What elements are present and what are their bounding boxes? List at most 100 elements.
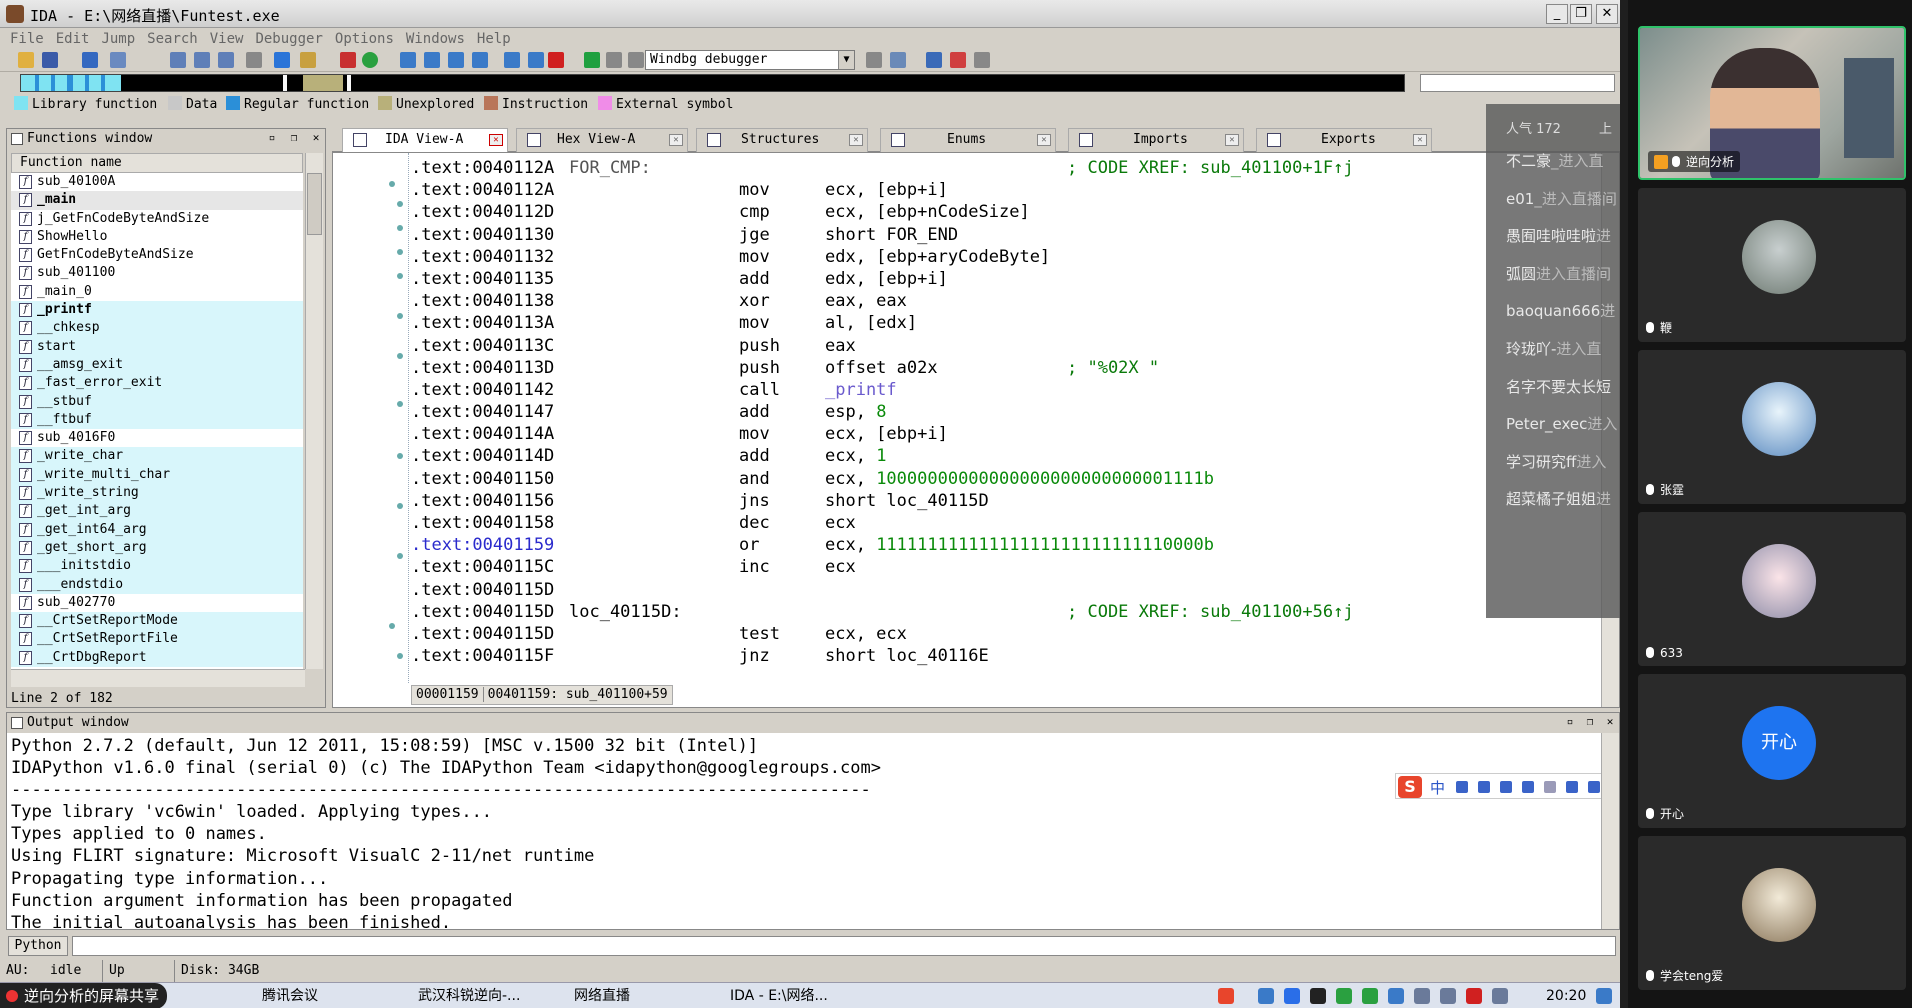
task-ida[interactable]: IDA - E:\网络... [708,985,828,1007]
navigation-input[interactable] [1420,74,1615,92]
function-list-item[interactable]: f _write_char [11,447,303,466]
task-tencent-meeting[interactable]: 腾讯会议 [240,985,318,1007]
function-list-item[interactable]: f __CrtDbgReport [11,648,303,668]
python-button[interactable]: Python [8,936,68,956]
disassembly-line[interactable]: .text:00401142 call _printf [411,379,1581,401]
participant-card[interactable]: 张霆 [1638,350,1906,504]
menu-help[interactable]: Help [471,29,517,49]
function-list-item[interactable]: f _fast_error_exit [11,374,303,393]
function-list-item[interactable]: f _get_short_arg [11,538,303,558]
paste-icon[interactable] [194,52,210,68]
save-icon[interactable] [42,52,58,68]
forward-icon[interactable] [110,52,126,68]
tracing-icon[interactable] [950,52,966,68]
flow-icon[interactable] [424,52,440,68]
disassembly-line[interactable]: .text:00401130 jge short FOR_END [411,224,1581,246]
close-button[interactable]: ✕ [1596,4,1618,24]
screen-share-indicator[interactable]: 逆向分析的屏幕共享 [0,983,168,1008]
tab-close-icon[interactable]: ✕ [1413,134,1427,146]
disassembly-line[interactable]: .text:0040115D loc_40115D: ; CODE XREF: su… [411,601,1581,623]
disassembly-line[interactable]: .text:0040113C push eax [411,335,1581,357]
function-list-item[interactable]: f __CrtSetReportFile [11,630,303,649]
graph-icon[interactable] [400,52,416,68]
function-list-scrollbar[interactable] [305,153,323,669]
function-list-item[interactable]: f j_GetFnCodeByteAndSize [11,210,303,228]
find-icon[interactable] [218,52,234,68]
call-graph-icon[interactable] [472,52,488,68]
function-list-item[interactable]: f sub_40100A [11,173,303,191]
hierarchy-icon[interactable] [504,52,520,68]
meeting-tray-icon[interactable] [1284,988,1300,1004]
disassembly-line[interactable]: .text:00401156 jns short loc_40115D [411,490,1581,512]
disassembly-line[interactable]: .text:0040115F jnz short loc_40116E [411,645,1581,667]
debugger-select[interactable]: Windbg debugger ▼ [645,50,855,70]
function-list-item[interactable]: f sub_402770 [11,594,303,612]
tab-imports[interactable]: Imports ✕ [1068,128,1244,152]
function-list-item[interactable]: f start [11,337,303,356]
disassembly-line[interactable]: .text:00401150 and ecx, 100000000000000000… [411,468,1581,490]
menu-view[interactable]: View [204,29,250,49]
sogou-tray-icon[interactable] [1218,988,1234,1004]
output-float-button[interactable]: ❐ [1583,715,1597,729]
tab-hex-view-a[interactable]: Hex View-A ✕ [516,128,688,152]
alert-tray-icon[interactable] [1466,988,1482,1004]
display-tray-icon[interactable] [1414,988,1430,1004]
tab-close-icon[interactable]: ✕ [489,134,503,146]
function-list-item[interactable]: f sub_4016F0 [11,429,303,447]
print-icon[interactable] [246,52,262,68]
breakpoints-icon[interactable] [926,52,942,68]
trace-options-icon[interactable] [974,52,990,68]
disassembly-line[interactable]: .text:0040112A mov ecx, [ebp+i] [411,179,1581,201]
menu-search[interactable]: Search [141,29,204,49]
disassembly-line[interactable]: .text:00401132 mov edx, [ebp+aryCodeByte] [411,246,1581,268]
network-tray-icon[interactable] [1258,988,1274,1004]
pane-float-button[interactable]: ❐ [287,131,301,145]
disassembly-line[interactable]: .text:0040114D add ecx, 1 [411,445,1581,467]
tab-close-icon[interactable]: ✕ [1037,134,1051,146]
disassembly-line[interactable]: .text:0040115D [411,579,1581,601]
function-list-item[interactable]: f _write_string [11,484,303,503]
navigation-strip[interactable] [20,74,1405,92]
text-icon[interactable] [340,52,356,68]
function-list-item[interactable]: f _write_multi_char [11,465,303,485]
function-list-item[interactable]: f __chkesp [11,319,303,338]
xref-icon[interactable] [448,52,464,68]
pane-minimize-button[interactable]: ▫ [265,131,279,145]
function-list-item[interactable]: f _main_0 [11,283,303,301]
disassembly-view[interactable]: .text:0040112A FOR_CMP: ; CODE XREF: sub_4… [332,152,1620,708]
chat-tray-icon[interactable] [1388,988,1404,1004]
participant-card-host[interactable]: 逆向分析 [1638,26,1906,180]
tab-ida-view-a[interactable]: IDA View-A ✕ [342,128,508,152]
step-over-icon[interactable] [890,52,906,68]
disassembly-line[interactable]: .text:0040115D test ecx, ecx [411,623,1581,645]
menu-jump[interactable]: Jump [95,29,141,49]
open-icon[interactable] [18,52,34,68]
menu-edit[interactable]: Edit [50,29,96,49]
python-command-input[interactable] [72,936,1616,956]
function-list-item[interactable]: f __amsg_exit [11,355,303,375]
scrollbar-thumb[interactable] [307,173,322,235]
function-list-hscrollbar[interactable] [11,669,305,687]
disassembly-line[interactable]: .text:0040115C inc ecx [411,556,1581,578]
output-close-button[interactable]: ✕ [1603,715,1617,729]
disassembly-line[interactable]: .text:00401158 dec ecx [411,512,1581,534]
volume-icon[interactable] [1492,988,1508,1004]
disassembly-line[interactable]: .text:00401138 xor eax, eax [411,290,1581,312]
task-folder[interactable]: 网络直播 [552,985,630,1007]
minimize-button[interactable]: _ [1546,4,1568,24]
disassembly-line[interactable]: .text:0040114A mov ecx, [ebp+i] [411,423,1581,445]
tab-enums[interactable]: Enums ✕ [880,128,1056,152]
function-list-item[interactable]: f __ftbuf [11,410,303,430]
ime-toolbar[interactable]: S 中 [1395,773,1615,799]
menu-windows[interactable]: Windows [400,29,471,49]
speaker-tray-icon[interactable] [1440,988,1456,1004]
function-list-item[interactable]: f _printf [11,301,303,320]
back-icon[interactable] [82,52,98,68]
function-list-item[interactable]: f GetFnCodeByteAndSize [11,246,303,264]
qq-tray-icon[interactable] [1310,988,1326,1004]
run-graph-icon[interactable] [362,52,378,68]
menu-options[interactable]: Options [329,29,400,49]
security-tray-icon[interactable] [1336,988,1352,1004]
function-list-item[interactable]: f ___initstdio [11,557,303,576]
copy-icon[interactable] [170,52,186,68]
